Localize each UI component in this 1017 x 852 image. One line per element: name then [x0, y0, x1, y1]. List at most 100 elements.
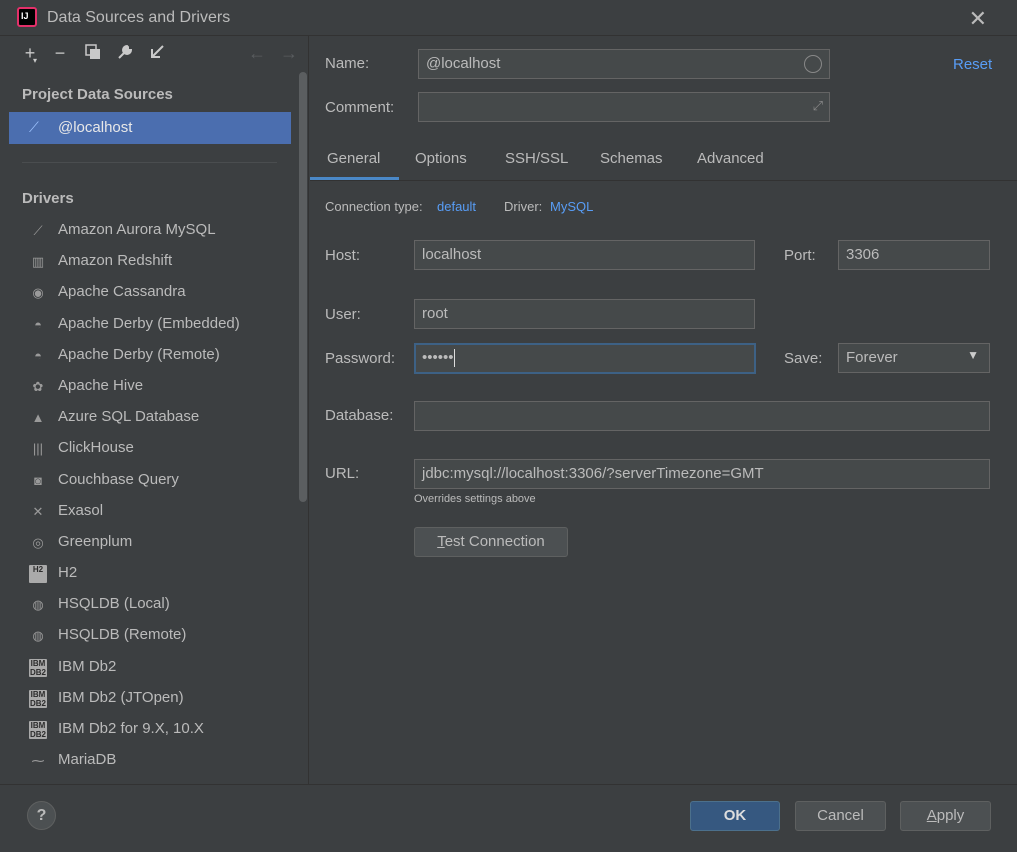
port-label: Port: — [784, 247, 816, 264]
password-value: •••••• — [422, 349, 454, 366]
reset-link[interactable]: Reset — [953, 56, 992, 73]
driver-item[interactable]: ⟋ Amazon Aurora MySQL — [9, 216, 299, 247]
tab-general[interactable]: General — [310, 150, 399, 180]
driver-item[interactable]: ◍ HSQLDB (Local) — [9, 590, 299, 621]
driver-label: Driver: — [504, 199, 543, 214]
driver-item[interactable]: ✕ Exasol — [9, 497, 299, 528]
driver-item[interactable]: IBM DB2 IBM Db2 (JTOpen) — [9, 684, 299, 715]
driver-label: IBM Db2 — [58, 657, 117, 675]
add-icon[interactable]: + ▾ — [19, 42, 41, 65]
driver-label: IBM Db2 (JTOpen) — [58, 688, 184, 706]
ibm-db2-icon: IBM DB2 — [29, 658, 47, 677]
sources-toolbar: + ▾ − ← → — [9, 36, 309, 72]
driver-link[interactable]: MySQL — [550, 199, 593, 214]
data-source-label: @localhost — [58, 119, 133, 136]
back-arrow-icon[interactable]: ← — [246, 42, 268, 64]
driver-item[interactable]: ◙ Couchbase Query — [9, 466, 299, 497]
database-field[interactable] — [414, 401, 990, 431]
host-label: Host: — [325, 247, 361, 264]
cassandra-eye-icon: ◉ — [32, 285, 44, 301]
password-label: Password: — [325, 350, 396, 367]
driver-item[interactable]: H2 H2 — [9, 559, 299, 590]
driver-label: Apache Hive — [58, 376, 144, 394]
user-label: User: — [325, 306, 361, 323]
forward-arrow-icon[interactable]: → — [278, 42, 300, 64]
url-label: URL: — [325, 465, 360, 482]
tab-options[interactable]: Options — [415, 150, 467, 180]
driver-item[interactable]: ⁓ MariaDB — [9, 746, 299, 777]
database-label: Database: — [325, 407, 394, 424]
exasol-x-icon: ✕ — [32, 503, 44, 519]
driver-list: ⟋ Amazon Aurora MySQL ▥ Amazon Redshift ◉ Apa… — [9, 216, 299, 777]
port-field[interactable]: 3306 — [838, 240, 990, 270]
connection-type-link[interactable]: default — [437, 199, 476, 214]
driver-label: Amazon Redshift — [58, 252, 173, 270]
apply-label: pply — [936, 807, 965, 824]
dialog-footer: ? OK Cancel Apply — [0, 784, 1017, 852]
url-field[interactable]: jdbc:mysql://localhost:3306/?serverTimez… — [414, 459, 990, 489]
driver-item[interactable]: ◎ Greenplum — [9, 528, 299, 559]
host-field[interactable]: localhost — [414, 240, 755, 270]
ibm-db2-icon: IBM DB2 — [29, 689, 47, 708]
mariadb-seal-icon: ⁓ — [31, 753, 45, 769]
remove-icon[interactable]: − — [49, 42, 71, 64]
tab-schemas[interactable]: Schemas — [600, 150, 663, 180]
url-hint: Overrides settings above — [414, 493, 536, 505]
intellij-app-icon: IJ — [17, 7, 37, 27]
hive-bee-icon: ✿ — [32, 378, 44, 394]
close-icon[interactable]: ✕ — [969, 6, 987, 32]
tab-ssh-ssl[interactable]: SSH/SSL — [505, 150, 568, 180]
driver-label: HSQLDB (Local) — [58, 595, 170, 613]
comment-field[interactable]: ⤢ — [418, 92, 830, 122]
driver-item[interactable]: ▲ Azure SQL Database — [9, 403, 299, 434]
color-circle-icon[interactable] — [804, 55, 822, 73]
driver-label: ClickHouse — [58, 439, 134, 457]
derby-hat-icon: ◓ — [34, 347, 42, 363]
data-source-localhost[interactable]: ⟋ @localhost — [9, 112, 291, 144]
driver-item[interactable]: ✿ Apache Hive — [9, 372, 299, 403]
driver-item[interactable]: IBM DB2 IBM Db2 for 9.X, 10.X — [9, 715, 299, 746]
user-field[interactable]: root — [414, 299, 755, 329]
mysql-dolphin-icon: ⟋ — [33, 223, 43, 238]
test-connection-button[interactable]: Test Connection — [414, 527, 568, 557]
driver-item[interactable]: ▥ Amazon Redshift — [9, 247, 299, 278]
import-icon[interactable] — [146, 42, 168, 64]
wrench-icon[interactable] — [114, 42, 136, 64]
driver-item[interactable]: ◍ HSQLDB (Remote) — [9, 621, 299, 652]
driver-item[interactable]: IBM DB2 IBM Db2 — [9, 653, 299, 684]
driver-label: Couchbase Query — [58, 470, 179, 488]
name-field[interactable]: @localhost — [418, 49, 830, 79]
driver-label: Amazon Aurora MySQL — [58, 221, 216, 238]
hsqldb-icon: ◍ — [32, 597, 44, 613]
save-dropdown[interactable]: Forever ▼ — [838, 343, 990, 373]
driver-label: Apache Cassandra — [58, 283, 186, 301]
derby-hat-icon: ◓ — [34, 316, 42, 332]
duplicate-icon[interactable] — [82, 42, 104, 64]
driver-label: Apache Derby (Remote) — [58, 345, 220, 363]
driver-item[interactable]: ◓ Apache Derby (Remote) — [9, 341, 299, 372]
panel-divider — [22, 162, 277, 163]
couchbase-icon: ◙ — [34, 472, 42, 488]
test-connection-label: est Connection — [444, 533, 545, 550]
driver-item[interactable]: ||| ClickHouse — [9, 434, 299, 465]
driver-label: MariaDB — [58, 751, 117, 769]
expand-icon[interactable]: ⤢ — [813, 98, 823, 114]
drivers-heading: Drivers — [22, 190, 74, 207]
password-field[interactable]: •••••• — [414, 343, 756, 374]
ibm-db2-icon: IBM DB2 — [29, 721, 47, 739]
ok-button[interactable]: OK — [690, 801, 780, 831]
driver-item[interactable]: ◉ Apache Cassandra — [9, 278, 299, 309]
cancel-button[interactable]: Cancel — [795, 801, 886, 831]
tab-advanced[interactable]: Advanced — [697, 150, 764, 180]
apply-button[interactable]: Apply — [900, 801, 991, 831]
driver-label: Azure SQL Database — [58, 408, 200, 426]
driver-label: Apache Derby (Embedded) — [58, 314, 240, 332]
greenplum-icon: ◎ — [32, 534, 44, 550]
driver-label: IBM Db2 for 9.X, 10.X — [58, 720, 204, 737]
save-value: Forever — [846, 349, 898, 366]
title-bar: IJ Data Sources and Drivers ✕ — [0, 0, 1017, 36]
driver-list-scrollbar[interactable] — [299, 72, 307, 502]
help-button[interactable]: ? — [27, 801, 56, 830]
driver-item[interactable]: ◓ Apache Derby (Embedded) — [9, 310, 299, 341]
test-connection-mnemonic: T — [437, 533, 445, 550]
